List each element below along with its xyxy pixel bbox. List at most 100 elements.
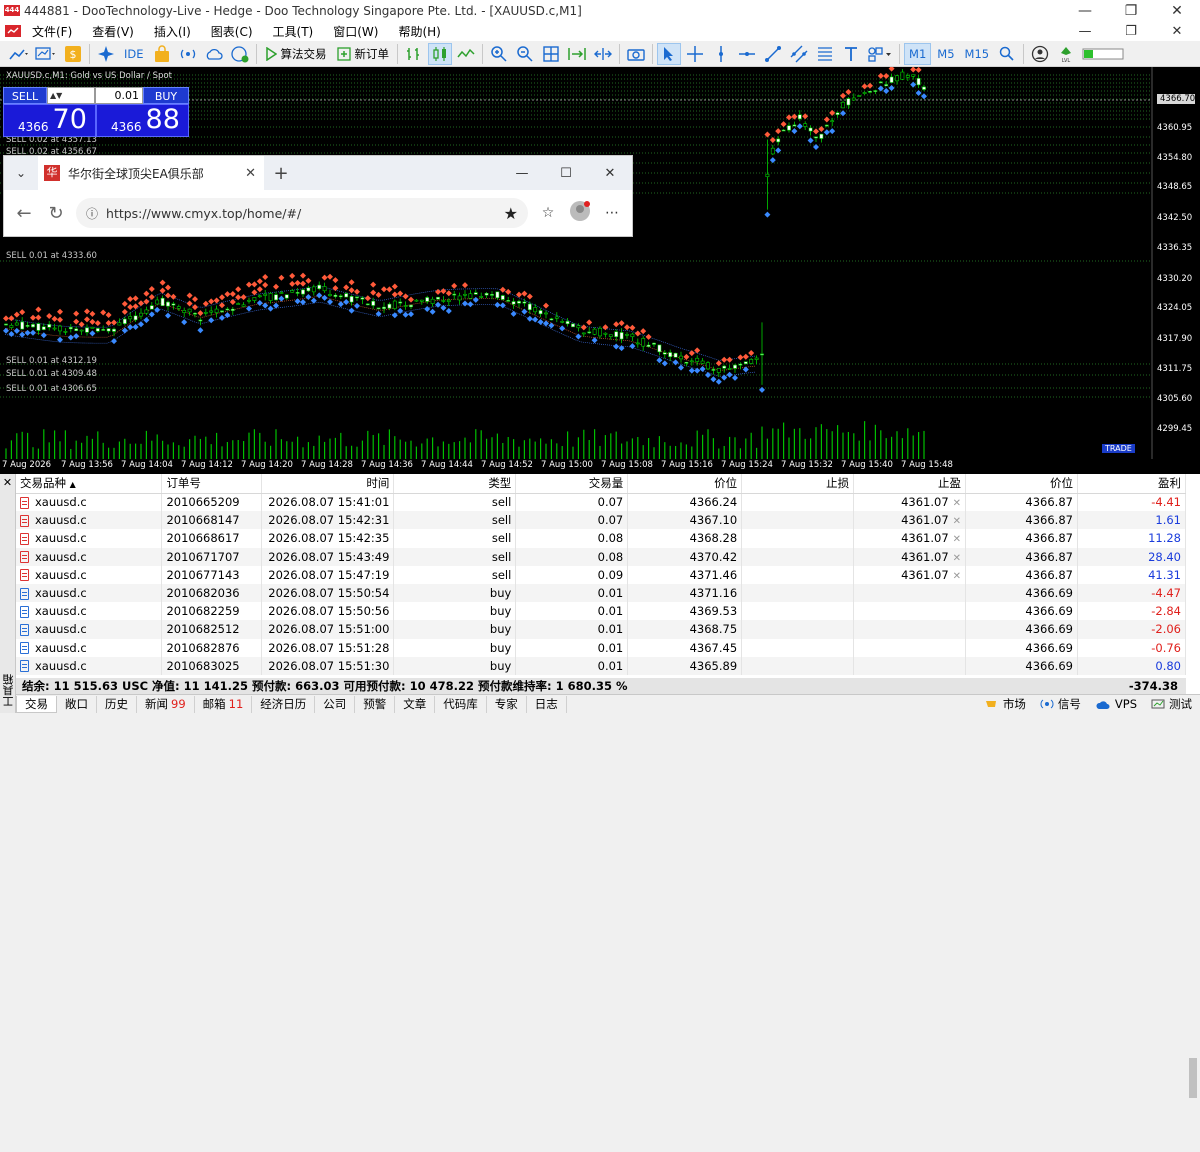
tab-7[interactable]: 预警 [355,696,395,713]
cell-tp[interactable] [854,620,966,638]
menu-help[interactable]: 帮助(H) [388,23,450,40]
cell-sl[interactable] [742,511,854,529]
table-row[interactable]: xauusd.c20106825122026.08.07 15:51:00buy… [16,620,1186,638]
tab-1[interactable]: 敞口 [57,696,97,713]
chevron-down-icon[interactable]: ▲▼ [50,88,62,103]
ide-button[interactable]: IDE [120,43,148,65]
cell-tp[interactable] [854,657,966,675]
toolbox-close-icon[interactable]: ✕ [0,476,15,489]
browser-maximize-icon[interactable]: ☐ [544,166,588,181]
test-status[interactable]: 测试 [1151,696,1192,712]
new-order-button[interactable]: 新订单 [333,43,394,65]
remove-tp-icon[interactable]: ✕ [953,534,961,545]
cell-sl[interactable] [742,493,854,511]
cell-tp[interactable]: 4361.07✕ [854,529,966,547]
menu-view[interactable]: 查看(V) [82,23,144,40]
minimize-button[interactable]: — [1062,3,1108,19]
table-row[interactable]: xauusd.c20106717072026.08.07 15:43:49sel… [16,548,1186,566]
remove-tp-icon[interactable]: ✕ [953,571,961,582]
favorites-list-icon[interactable]: ☆ [532,205,564,221]
globe-add-icon[interactable] [228,43,252,65]
table-row[interactable]: xauusd.c20106820362026.08.07 15:50:54buy… [16,584,1186,602]
chart-minimize-button[interactable]: — [1062,24,1108,39]
sell-price-button[interactable]: 436670 [3,104,96,137]
auto-scroll-icon[interactable] [565,43,589,65]
zoom-in-icon[interactable] [487,43,511,65]
table-row[interactable]: xauusd.c20106830252026.08.07 15:51:30buy… [16,657,1186,675]
cell-tp[interactable] [854,602,966,620]
table-row[interactable]: xauusd.c20106822592026.08.07 15:50:56buy… [16,602,1186,620]
table-row[interactable]: xauusd.c20106681472026.08.07 15:42:31sel… [16,511,1186,529]
market-status[interactable]: 市场 [985,696,1026,712]
restore-button[interactable]: ❐ [1108,3,1154,19]
browser-minimize-icon[interactable]: — [500,166,544,181]
vertical-line-icon[interactable] [709,43,733,65]
search-icon[interactable] [995,43,1019,65]
level2-icon[interactable]: LVL [1054,43,1078,65]
more-options-icon[interactable]: ⋯ [596,205,628,221]
cell-sl[interactable] [742,566,854,584]
col-take-profit[interactable]: 止盈 [854,474,966,493]
cell-sl[interactable] [742,529,854,547]
chart-shift-icon[interactable] [591,43,615,65]
menu-window[interactable]: 窗口(W) [323,23,388,40]
cell-tp[interactable]: 4361.07✕ [854,566,966,584]
navigator-icon[interactable] [94,43,118,65]
col-symbol[interactable]: 交易品种 ▲ [16,474,162,493]
timeframe-m1[interactable]: M1 [904,43,931,65]
col-order[interactable]: 订单号 [162,474,262,493]
favorite-star-icon[interactable]: ★ [504,204,518,223]
vps-status[interactable]: VPS [1095,696,1137,712]
account-icon[interactable] [1028,43,1052,65]
trendline-icon[interactable] [761,43,785,65]
tab-0[interactable]: 交易 [16,696,57,713]
col-profit[interactable]: 盈利 [1077,474,1185,493]
tab-actions-icon[interactable]: ⌄ [4,166,38,180]
menu-charts[interactable]: 图表(C) [201,23,263,40]
cell-sl[interactable] [742,548,854,566]
profile-avatar-icon[interactable] [564,200,596,226]
cloud-icon[interactable] [202,43,226,65]
lot-stepper[interactable]: ▲▼ [47,87,95,104]
crosshair-icon[interactable] [683,43,707,65]
candlestick-icon[interactable] [428,43,452,65]
scrollbar-thumb[interactable] [1189,1058,1197,1098]
algo-trading-button[interactable]: 算法交易 [261,43,331,65]
connection-bar-icon[interactable] [1080,43,1128,65]
cell-tp[interactable]: 4361.07✕ [854,493,966,511]
close-button[interactable]: ✕ [1154,3,1200,19]
chart-window-icon[interactable] [4,24,22,38]
col-type[interactable]: 类型 [394,474,516,493]
menu-file[interactable]: 文件(F) [22,23,82,40]
tab-9[interactable]: 代码库 [435,696,487,713]
tab-10[interactable]: 专家 [487,696,527,713]
cell-sl[interactable] [742,584,854,602]
lot-input[interactable]: 0.01 [95,87,143,104]
buy-price-button[interactable]: 436688 [96,104,189,137]
tab-8[interactable]: 文章 [395,696,435,713]
signal-icon[interactable] [176,43,200,65]
url-text[interactable]: https://www.cmyx.top/home/#/ [106,206,301,221]
dollar-icon[interactable]: $ [61,43,85,65]
tab-3[interactable]: 新闻99 [137,696,195,713]
new-tab-icon[interactable]: + [264,163,298,184]
address-bar[interactable]: ⓘ https://www.cmyx.top/home/#/ ★ [76,198,528,228]
order-line-label-4[interactable]: SELL 0.01 at 4312.19 [6,356,97,366]
order-line-label-5[interactable]: SELL 0.01 at 4309.48 [6,369,97,379]
browser-close-icon[interactable]: ✕ [588,166,632,181]
chart-close-button[interactable]: ✕ [1154,24,1200,39]
channel-icon[interactable] [787,43,811,65]
vertical-scrollbar[interactable] [1186,948,1200,1152]
col-open-price[interactable]: 价位 [628,474,742,493]
col-stop-loss[interactable]: 止损 [742,474,854,493]
chart-restore-button[interactable]: ❐ [1108,24,1154,39]
cell-tp[interactable] [854,584,966,602]
remove-tp-icon[interactable]: ✕ [953,498,961,509]
cell-tp[interactable]: 4361.07✕ [854,511,966,529]
site-info-icon[interactable]: ⓘ [86,205,98,222]
menu-tools[interactable]: 工具(T) [263,23,324,40]
remove-tp-icon[interactable]: ✕ [953,553,961,564]
bar-chart-icon[interactable] [402,43,426,65]
text-tool-icon[interactable] [839,43,863,65]
refresh-icon[interactable]: ↻ [40,203,72,224]
